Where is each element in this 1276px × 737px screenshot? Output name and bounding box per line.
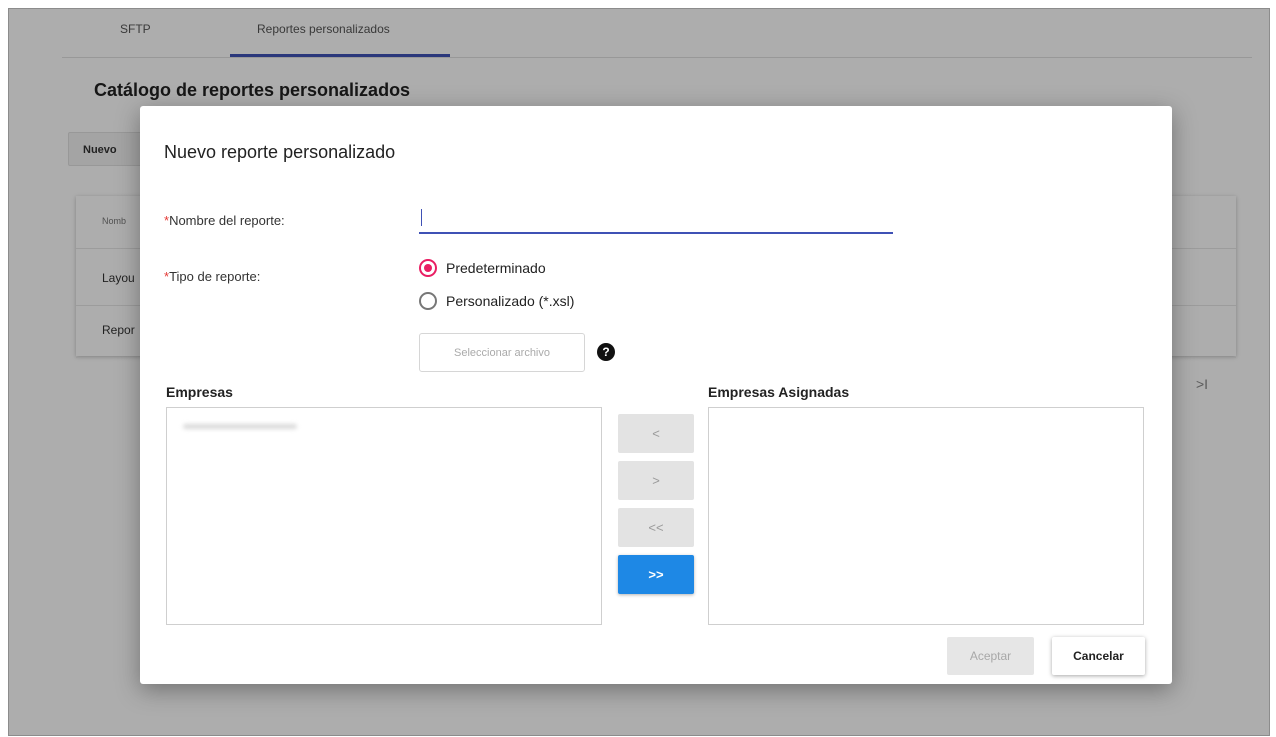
- text-cursor: [421, 209, 422, 226]
- empresas-asignadas-list[interactable]: [708, 407, 1144, 625]
- radio-predeterminado[interactable]: Predeterminado: [419, 259, 546, 277]
- accept-button[interactable]: Aceptar: [947, 637, 1034, 675]
- radio-personalizado-label: Personalizado (*.xsl): [446, 293, 575, 309]
- empresas-asignadas-title: Empresas Asignadas: [708, 384, 850, 400]
- move-all-left-button[interactable]: <<: [618, 508, 694, 547]
- move-all-right-button[interactable]: >>: [618, 555, 694, 594]
- radio-checked-icon[interactable]: [419, 259, 437, 277]
- help-icon[interactable]: ?: [597, 343, 615, 361]
- radio-predeterminado-label: Predeterminado: [446, 260, 546, 276]
- select-file-button[interactable]: Seleccionar archivo: [419, 333, 585, 372]
- report-name-label: *Nombre del reporte:: [164, 213, 285, 228]
- report-type-label-text: Tipo de reporte:: [169, 269, 261, 284]
- new-report-dialog: Nuevo reporte personalizado *Nombre del …: [140, 106, 1172, 684]
- radio-personalizado[interactable]: Personalizado (*.xsl): [419, 292, 574, 310]
- empresas-list[interactable]: [166, 407, 602, 625]
- cancel-button[interactable]: Cancelar: [1052, 637, 1145, 675]
- report-type-label: *Tipo de reporte:: [164, 269, 260, 284]
- report-name-input[interactable]: [419, 204, 893, 234]
- list-item[interactable]: [183, 424, 297, 429]
- move-left-button[interactable]: <: [618, 414, 694, 453]
- empresas-title: Empresas: [166, 384, 233, 400]
- radio-unchecked-icon[interactable]: [419, 292, 437, 310]
- report-name-label-text: Nombre del reporte:: [169, 213, 285, 228]
- move-right-button[interactable]: >: [618, 461, 694, 500]
- dialog-title: Nuevo reporte personalizado: [164, 142, 396, 162]
